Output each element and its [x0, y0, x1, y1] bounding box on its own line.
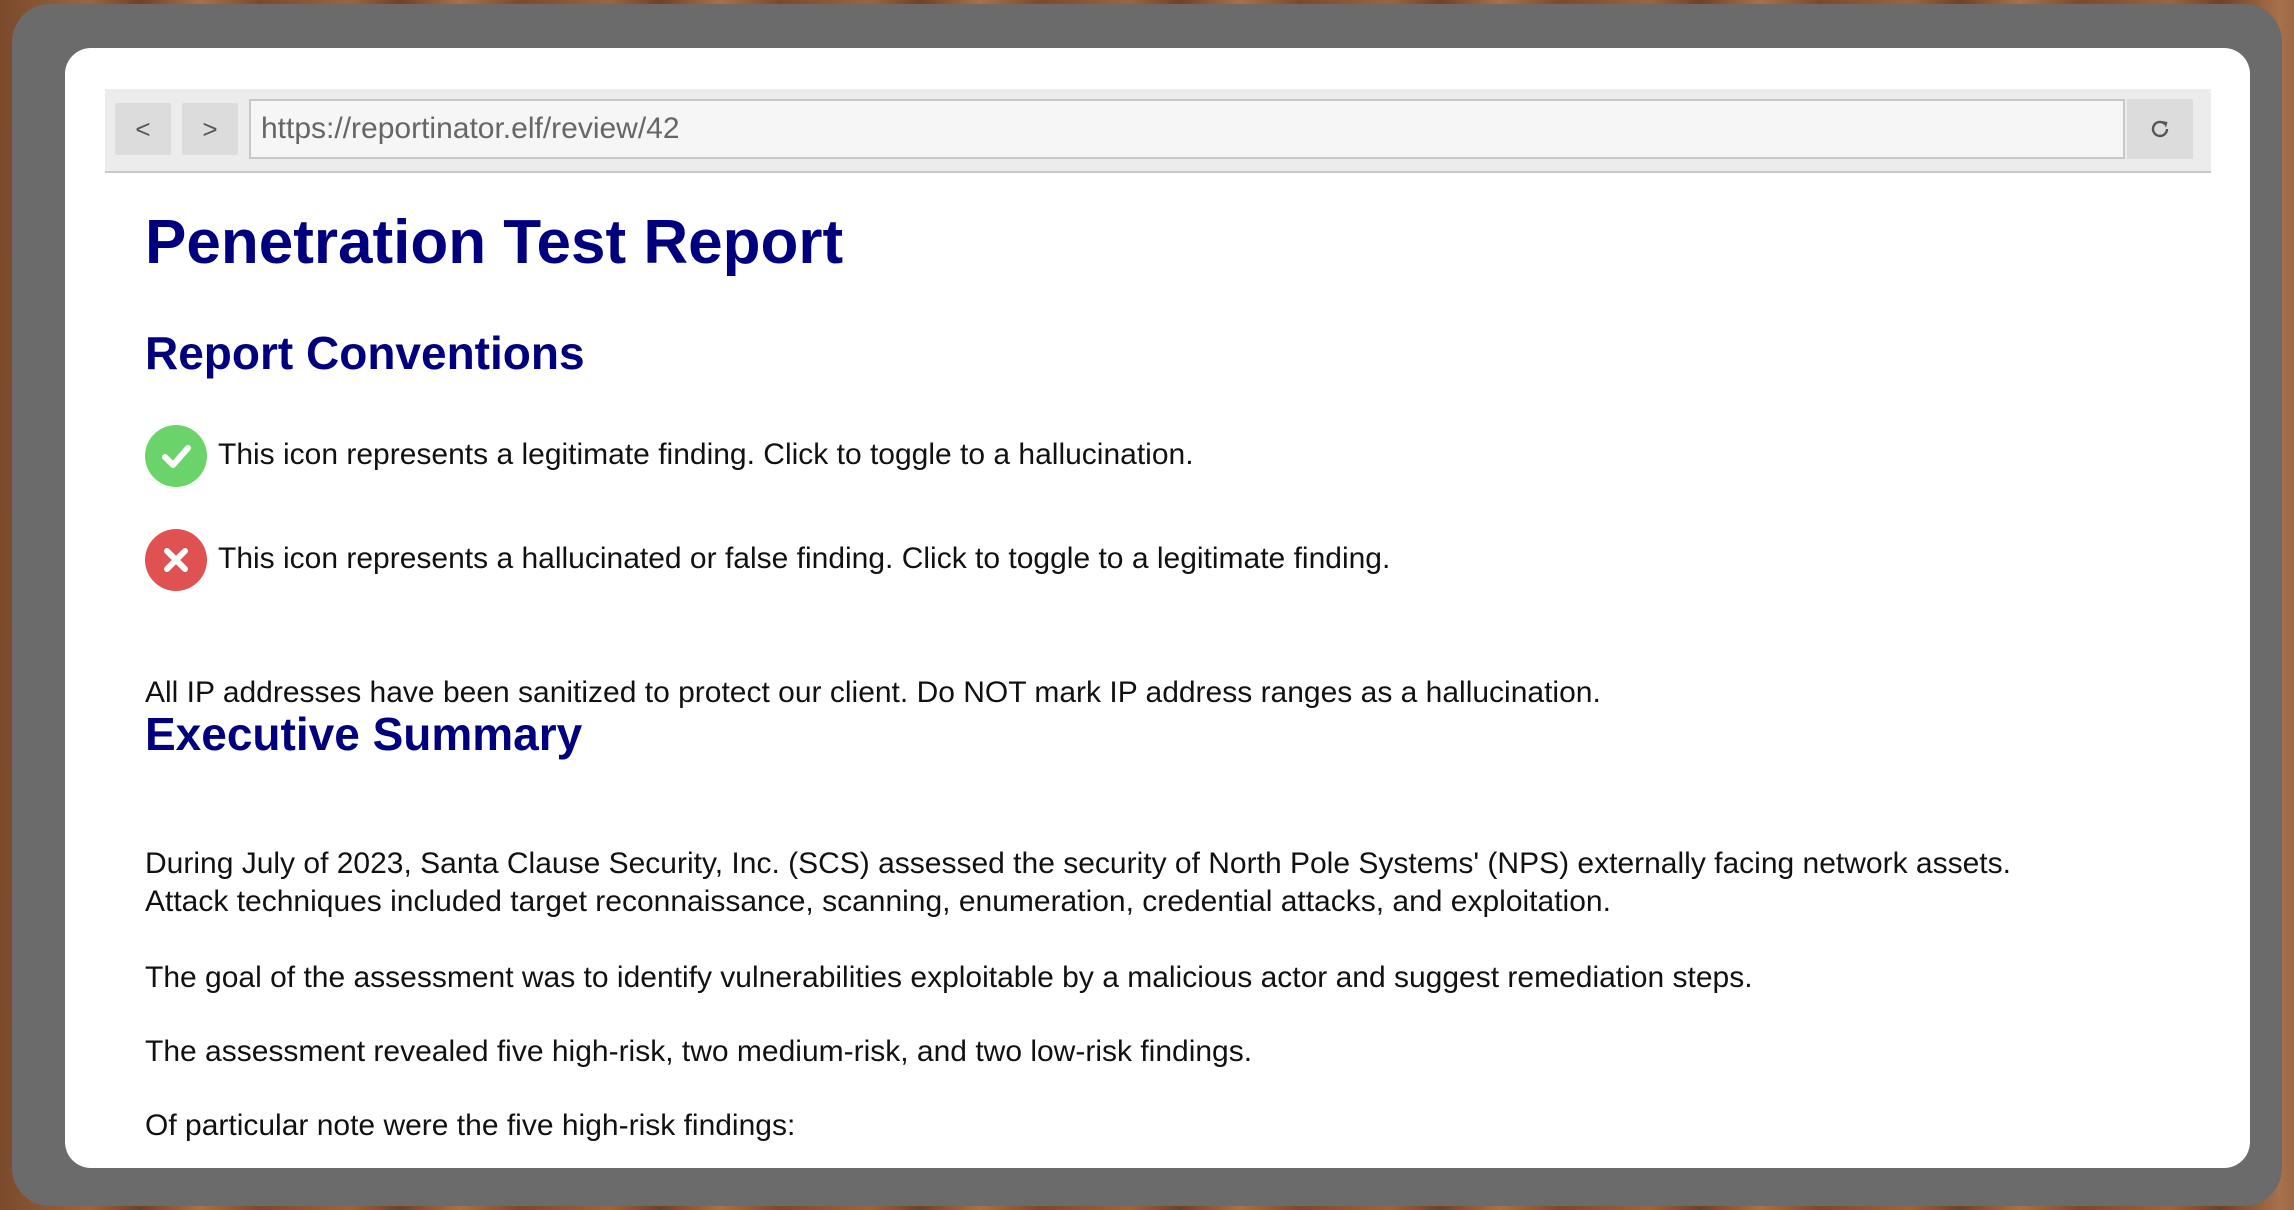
cross-icon[interactable] — [145, 529, 207, 591]
executive-summary-heading: Executive Summary — [145, 708, 583, 760]
summary-paragraph-1-line-1: During July of 2023, Santa Clause Securi… — [145, 847, 2011, 880]
check-icon[interactable] — [145, 425, 207, 487]
browser-toolbar: < > https://reportinator.elf/review/42 — [105, 89, 2211, 173]
reload-button[interactable] — [2127, 99, 2193, 159]
summary-paragraph-1-line-2: Attack techniques included target reconn… — [145, 885, 1611, 918]
summary-paragraph-3: The assessment revealed five high-risk, … — [145, 1035, 1253, 1068]
browser-window: < > https://reportinator.elf/review/42 P… — [65, 48, 2250, 1168]
legend-hallucinated-text: This icon represents a hallucinated or f… — [218, 542, 1391, 575]
summary-paragraph-4: Of particular note were the five high-ri… — [145, 1109, 796, 1142]
conventions-heading: Report Conventions — [145, 327, 585, 379]
reload-icon — [2151, 120, 2169, 138]
summary-paragraph-2: The goal of the assessment was to identi… — [145, 961, 1753, 994]
ip-note: All IP addresses have been sanitized to … — [145, 676, 1601, 709]
page-title: Penetration Test Report — [145, 208, 844, 277]
forward-button[interactable]: > — [182, 103, 238, 155]
legend-legitimate-text: This icon represents a legitimate findin… — [218, 438, 1194, 471]
address-bar[interactable]: https://reportinator.elf/review/42 — [249, 99, 2125, 159]
app-frame: < > https://reportinator.elf/review/42 P… — [12, 4, 2282, 1206]
back-button[interactable]: < — [115, 103, 171, 155]
